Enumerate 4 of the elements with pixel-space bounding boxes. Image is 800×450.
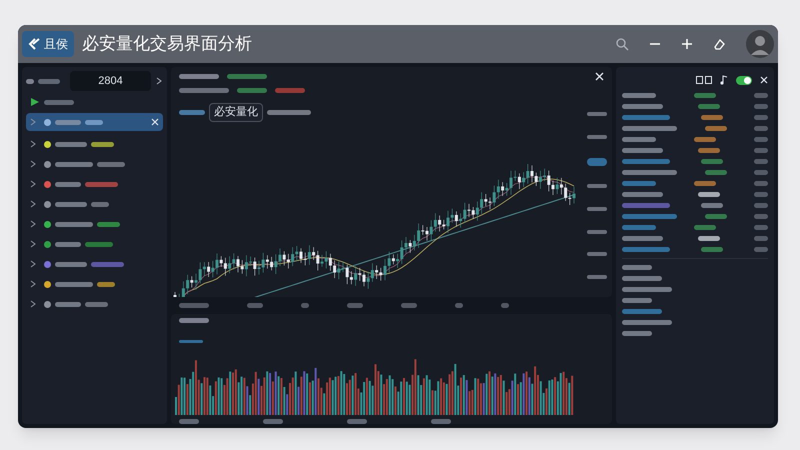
search-field[interactable]: 2804	[70, 71, 151, 91]
logo-text: 且侯	[44, 36, 68, 53]
window-title: 必安量化交易界面分析	[82, 33, 252, 56]
chart-tag: 必安量化	[209, 103, 263, 122]
